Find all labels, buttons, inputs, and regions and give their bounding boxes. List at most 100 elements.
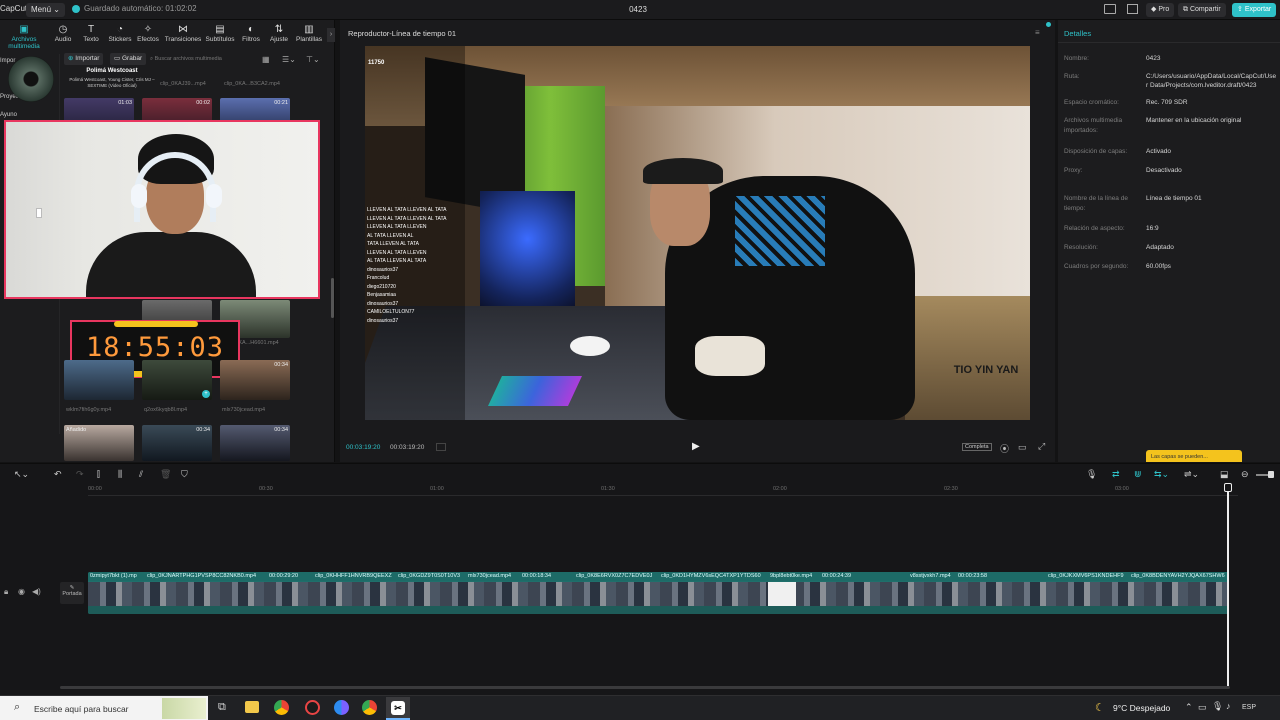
layout-icon[interactable] <box>1104 4 1116 14</box>
title-bar: CapCut Menú ⌄ Guardado automático: 01:02… <box>0 0 1280 20</box>
sidebar-item-other[interactable]: Ayuno <box>0 112 17 118</box>
sort-icon[interactable]: ☰⌄ <box>282 55 296 64</box>
export-button[interactable]: ⇪ Exportar <box>1232 3 1277 17</box>
player-menu-icon[interactable]: ≡ <box>1035 28 1040 37</box>
filter-icon[interactable]: ⊤⌄ <box>306 55 320 64</box>
cover-button[interactable]: ✎ Portada <box>60 582 84 604</box>
shield-icon[interactable]: ⛉ <box>181 469 188 480</box>
tool-label: Audio <box>54 36 72 43</box>
media-thumb[interactable]: 00:34 <box>220 425 290 461</box>
chrome-icon-2[interactable] <box>362 700 377 715</box>
share-label: Compartir <box>1189 6 1221 13</box>
tool-effects[interactable]: ✧ Efectos <box>135 24 161 43</box>
chrome-profile-icon[interactable] <box>334 700 349 715</box>
media-scrollbar[interactable] <box>331 278 334 318</box>
share-button[interactable]: ⧉ Compartir <box>1178 3 1226 17</box>
headset-ear <box>131 184 147 208</box>
ruler-tick: 01:00 <box>430 486 444 492</box>
split-left-icon[interactable]: ⫼ <box>118 469 122 480</box>
media-thumb[interactable] <box>64 360 134 400</box>
import-button[interactable]: ⊕ Importar <box>64 53 104 65</box>
chrome-icon[interactable] <box>274 700 289 715</box>
playhead-handle[interactable] <box>1224 483 1232 492</box>
zoom-out-icon[interactable]: ⊖ <box>1241 469 1249 480</box>
microphone-icon[interactable]: 🎙 <box>1086 469 1097 480</box>
layers-tooltip[interactable]: Las capas se pueden... <box>1146 450 1242 462</box>
clock-bar-top <box>114 321 198 327</box>
split-right-icon[interactable]: ⫽ <box>139 469 143 480</box>
snap-icon[interactable]: ⇆⌄ <box>1154 469 1169 480</box>
eye-icon[interactable]: ◉ <box>18 587 25 596</box>
chevron-up-icon[interactable]: ⌃ <box>1185 702 1193 713</box>
clip-label: 0zmipyt7bkt (1).mp <box>90 573 137 579</box>
media-thumb[interactable]: Añadido <box>64 425 134 461</box>
task-view-icon[interactable]: ⧉ <box>218 701 226 714</box>
shortcut-icon[interactable] <box>1127 4 1138 14</box>
effects-icon: ✧ <box>143 24 153 35</box>
clip-label: clip_0KHHFF1HNVRB9QEEXZ <box>315 573 392 579</box>
preview-axis-icon[interactable]: ⇌⌄ <box>1184 469 1199 480</box>
language-indicator[interactable]: ESP <box>1242 704 1256 711</box>
fit-icon[interactable]: ⬓ <box>1220 469 1229 480</box>
microphone-icon[interactable]: 🎙 <box>1212 701 1223 712</box>
detail-key: Relación de aspecto: <box>1064 225 1125 232</box>
undo-icon[interactable]: ↶ <box>54 469 62 480</box>
thumb-duration: 00:34 <box>196 427 210 433</box>
headset-ear <box>206 184 222 208</box>
fullscreen-icon[interactable]: ⤢ <box>1038 441 1045 452</box>
network-icon[interactable]: ▭ <box>1198 702 1207 713</box>
timeline-scrollbar[interactable] <box>60 686 1230 689</box>
speaker-icon[interactable]: ◀︎) <box>32 587 41 596</box>
select-tool-icon[interactable]: ↖⌄ <box>14 469 29 480</box>
aspect-icon[interactable]: ▭ <box>1018 442 1027 453</box>
capcut-taskbar-button[interactable]: ✂ <box>386 697 410 720</box>
add-icon[interactable]: + <box>202 390 210 398</box>
tool-stickers[interactable]: ◔ Stickers <box>107 24 133 43</box>
search-input[interactable]: ⌕ Buscar archivos multimedia <box>150 53 245 65</box>
main-track[interactable]: 0zmipyt7bkt (1).mp clip_0KJNARTPHG1PVSP8… <box>88 572 1228 614</box>
zoom-slider-handle[interactable] <box>1268 471 1274 478</box>
split-icon[interactable]: ⫿ <box>97 469 100 480</box>
ratio-button[interactable]: Completa <box>962 443 992 451</box>
detail-value: 60.00fps <box>1146 263 1171 270</box>
app-icon[interactable] <box>305 700 320 715</box>
tool-audio[interactable]: ◷ Audio <box>50 24 76 43</box>
link-icon[interactable]: ⇄ <box>1112 469 1120 480</box>
shirt-print <box>735 196 825 266</box>
tool-templates[interactable]: ▥ Plantillas <box>294 24 324 43</box>
tool-adjust[interactable]: ⇅ Ajuste <box>266 24 292 43</box>
media-thumb[interactable]: 00:34 <box>220 360 290 400</box>
delete-icon[interactable]: 🗑 <box>160 469 171 480</box>
record-button[interactable]: ▭ Grabar <box>110 53 147 65</box>
volume-icon[interactable]: ♪ <box>1226 701 1231 711</box>
toolbar-more-button[interactable]: › <box>327 28 335 42</box>
media-thumb[interactable]: + <box>142 360 212 400</box>
pc-case <box>480 191 575 311</box>
file-explorer-icon[interactable] <box>245 701 259 713</box>
chat-line: CAMILOELTULON77 <box>367 309 415 315</box>
timecode-icon[interactable] <box>436 443 446 451</box>
capcut-icon: ✂ <box>391 701 405 715</box>
grid-view-icon[interactable]: ▦ <box>262 55 270 64</box>
chat-overlay: 11750 LLEVEN AL TATA LLEVEN AL TATA LLEV… <box>365 46 465 420</box>
weather-text[interactable]: 9°C Despejado <box>1113 703 1170 713</box>
tool-subtitles[interactable]: ▤ Subtítulos <box>204 24 236 43</box>
camera-icon[interactable]: ⦿ <box>1000 442 1009 455</box>
tool-media[interactable]: ▣ Archivos multimedia <box>2 24 46 50</box>
tool-text[interactable]: T Texto <box>78 24 104 43</box>
magnet-icon[interactable]: ⋓ <box>1134 469 1142 480</box>
tool-transitions[interactable]: ⋈ Transiciones <box>164 24 202 43</box>
mouse <box>570 336 610 356</box>
thumb-duration: 00:21 <box>274 100 288 106</box>
playhead-line[interactable] <box>1227 492 1229 688</box>
cloud-icon <box>72 4 80 13</box>
video-frame[interactable]: 11750 LLEVEN AL TATA LLEVEN AL TATA LLEV… <box>365 46 1030 420</box>
pro-button[interactable]: ◆ Pro <box>1146 3 1175 17</box>
redo-icon[interactable]: ↷ <box>76 469 84 480</box>
menu-button[interactable]: Menú ⌄ <box>26 3 65 17</box>
taskbar-search-box[interactable]: ⌕ Escribe aquí para buscar <box>0 696 208 720</box>
media-thumb[interactable]: 00:34 <box>142 425 212 461</box>
tool-filters[interactable]: ◐ Filtros <box>238 24 264 43</box>
lock-icon[interactable]: 🔒︎ <box>4 587 8 597</box>
play-icon[interactable]: ▶ <box>692 441 700 452</box>
